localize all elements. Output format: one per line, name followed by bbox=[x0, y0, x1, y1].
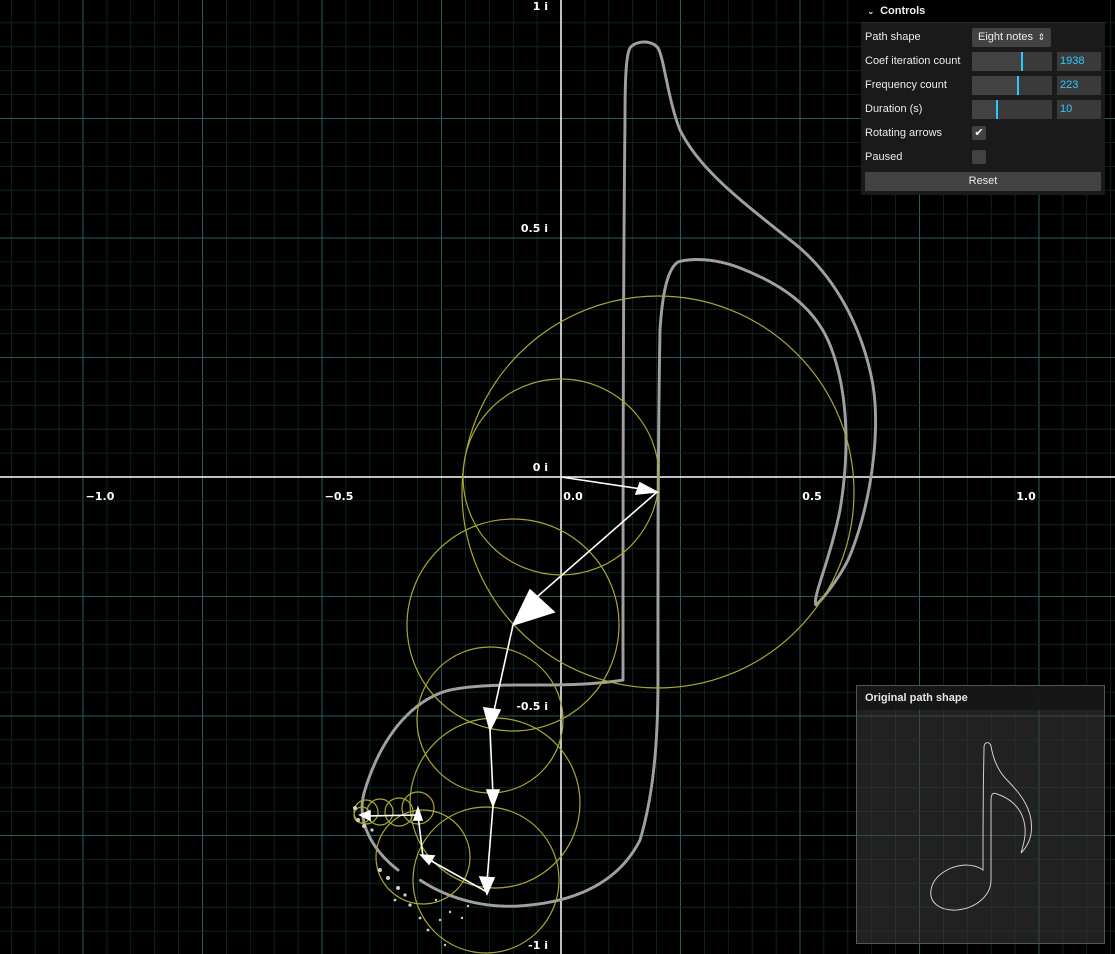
paused-row: Paused bbox=[861, 146, 1105, 168]
coef-iteration-slider[interactable] bbox=[972, 52, 1052, 71]
rotating-arrows-checkbox[interactable]: ✔ bbox=[972, 126, 986, 140]
controls-panel: ⌄ Controls Path shape Eight notes ⇕ Coef… bbox=[861, 0, 1105, 195]
duration-label: Duration (s) bbox=[865, 103, 923, 115]
slider-knob[interactable] bbox=[995, 100, 998, 119]
path-shape-select[interactable]: Eight notes ⇕ bbox=[972, 28, 1051, 47]
select-arrows-icon: ⇕ bbox=[1037, 32, 1045, 42]
duration-row: Duration (s) 10 bbox=[861, 98, 1105, 120]
chevron-down-icon: ⌄ bbox=[867, 6, 875, 16]
path-shape-value: Eight notes bbox=[978, 31, 1034, 43]
path-shape-row: Path shape Eight notes ⇕ bbox=[861, 26, 1105, 48]
coef-iteration-input[interactable]: 1938 bbox=[1057, 52, 1101, 71]
frequency-count-input[interactable]: 223 bbox=[1057, 76, 1101, 95]
frequency-count-label: Frequency count bbox=[865, 79, 947, 91]
paused-checkbox[interactable] bbox=[972, 150, 986, 164]
x-tick-label: 0.0 bbox=[563, 490, 583, 503]
y-tick-label: 1 i bbox=[533, 0, 548, 13]
frequency-count-row: Frequency count 223 bbox=[861, 74, 1105, 96]
x-tick-label: 1.0 bbox=[1016, 490, 1036, 503]
paused-label: Paused bbox=[865, 151, 903, 163]
y-tick-label: 0 i bbox=[533, 461, 548, 474]
rotating-arrows-label: Rotating arrows bbox=[865, 127, 943, 139]
coef-iteration-row: Coef iteration count 1938 bbox=[861, 50, 1105, 72]
x-tick-label: −0.5 bbox=[325, 490, 354, 503]
coef-iteration-label: Coef iteration count bbox=[865, 55, 961, 67]
reset-button[interactable]: Reset bbox=[865, 172, 1101, 191]
slider-fill bbox=[972, 76, 1018, 95]
controls-title: Controls bbox=[880, 5, 926, 17]
y-tick-label: -1 i bbox=[528, 939, 548, 952]
epicycle-circle bbox=[366, 798, 394, 826]
original-path-preview bbox=[930, 742, 1032, 911]
slider-knob[interactable] bbox=[1016, 76, 1019, 95]
original-path-panel: Original path shape bbox=[856, 685, 1105, 944]
controls-header[interactable]: ⌄ Controls bbox=[861, 0, 1105, 23]
y-tick-label: -0.5 i bbox=[516, 700, 548, 713]
eighth-note-shape bbox=[930, 742, 1032, 911]
rotating-arrows-row: Rotating arrows ✔ bbox=[861, 122, 1105, 144]
epicycle-circles bbox=[353, 295, 855, 954]
traced-path bbox=[360, 40, 878, 908]
y-tick-label: 0.5 i bbox=[521, 222, 548, 235]
path-shape-label: Path shape bbox=[865, 31, 921, 43]
duration-input[interactable]: 10 bbox=[1057, 100, 1101, 119]
x-tick-label: −1.0 bbox=[86, 490, 115, 503]
slider-fill bbox=[972, 100, 997, 119]
slider-knob[interactable] bbox=[1020, 52, 1023, 71]
duration-slider[interactable] bbox=[972, 100, 1052, 119]
slider-fill bbox=[972, 52, 1022, 71]
frequency-count-slider[interactable] bbox=[972, 76, 1052, 95]
x-tick-label: 0.5 bbox=[802, 490, 822, 503]
original-path-title: Original path shape bbox=[857, 686, 1104, 710]
